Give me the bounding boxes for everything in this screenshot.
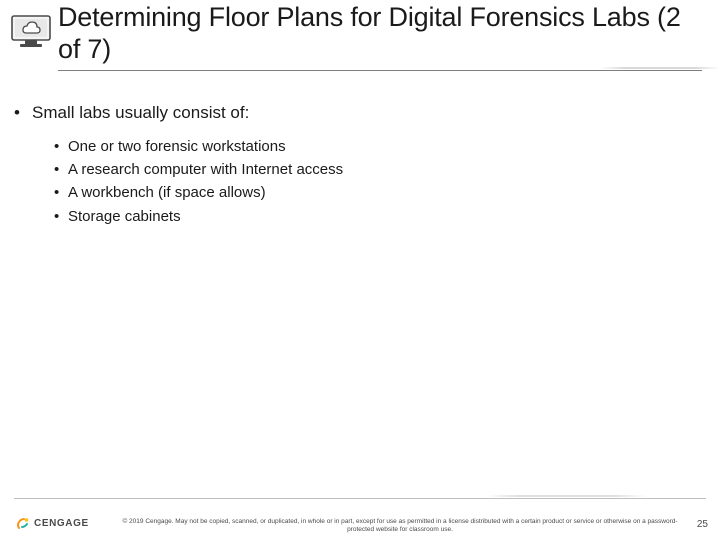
list-item: •A workbench (if space allows) — [54, 181, 696, 204]
copyright-text: © 2019 Cengage. May not be copied, scann… — [120, 518, 680, 534]
page-number: 25 — [697, 519, 708, 530]
bullet-glyph: • — [14, 102, 32, 125]
list-item-text: Storage cabinets — [68, 208, 181, 225]
brand: CENGAGE — [16, 516, 89, 530]
list-item-text: A research computer with Internet access — [68, 161, 343, 178]
bullet-glyph: • — [54, 158, 68, 181]
slide-title: Determining Floor Plans for Digital Fore… — [58, 2, 696, 66]
bullet-glyph: • — [54, 135, 68, 158]
list-item: •Storage cabinets — [54, 205, 696, 228]
bullet-glyph: • — [54, 181, 68, 204]
slide-body: •Small labs usually consist of: •One or … — [14, 102, 696, 228]
footer-rule — [14, 498, 706, 499]
cloud-monitor-icon — [10, 10, 52, 50]
title-wrap: Determining Floor Plans for Digital Fore… — [58, 2, 696, 66]
brand-text: CENGAGE — [34, 518, 89, 529]
cengage-logo-icon — [16, 516, 30, 530]
sub-bullet-list: •One or two forensic workstations •A res… — [54, 135, 696, 228]
list-item: •One or two forensic workstations — [54, 135, 696, 158]
list-item-text: One or two forensic workstations — [68, 138, 286, 155]
title-underline — [58, 70, 702, 71]
slide-footer: CENGAGE © 2019 Cengage. May not be copie… — [0, 498, 720, 540]
slide: Determining Floor Plans for Digital Fore… — [0, 0, 720, 540]
bullet-glyph: • — [54, 205, 68, 228]
lead-bullet: •Small labs usually consist of: — [14, 102, 696, 125]
slide-header: Determining Floor Plans for Digital Fore… — [0, 0, 720, 84]
lead-text: Small labs usually consist of: — [32, 103, 249, 122]
list-item-text: A workbench (if space allows) — [68, 184, 266, 201]
list-item: •A research computer with Internet acces… — [54, 158, 696, 181]
